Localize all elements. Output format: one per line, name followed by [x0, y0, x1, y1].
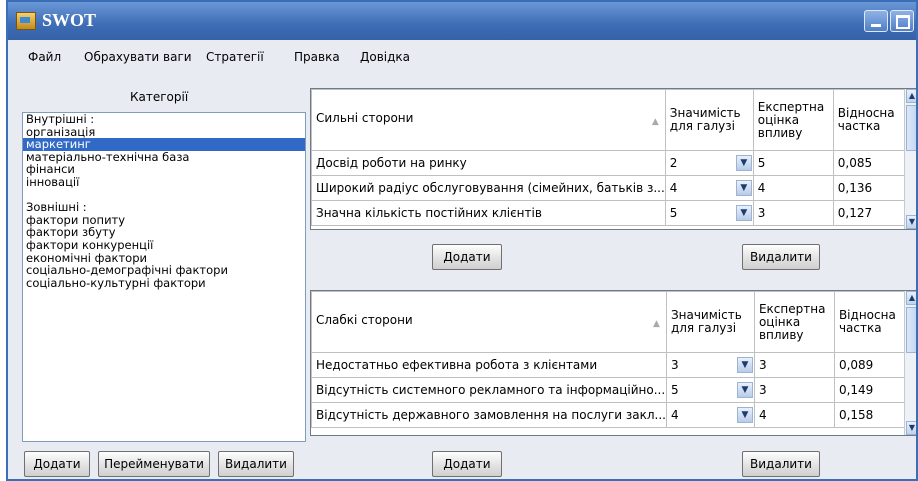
- importance-cell[interactable]: 5 ▼: [665, 377, 755, 403]
- importance-value: 5: [669, 206, 678, 220]
- chevron-down-icon[interactable]: ▼: [736, 382, 753, 398]
- rating-cell[interactable]: 3: [753, 377, 835, 403]
- scroll-up-icon[interactable]: ▲: [906, 291, 916, 305]
- add-strength-button[interactable]: Додати: [432, 244, 502, 270]
- share-cell: 0,136: [832, 175, 912, 201]
- minimize-button[interactable]: [864, 10, 888, 32]
- importance-cell[interactable]: 2 ▼: [664, 150, 754, 176]
- importance-cell[interactable]: 4 ▼: [664, 175, 754, 201]
- importance-cell[interactable]: 3 ▼: [665, 352, 755, 378]
- maximize-button[interactable]: [890, 10, 914, 32]
- importance-combo[interactable]: 4 ▼: [670, 177, 753, 199]
- chevron-down-icon[interactable]: ▼: [736, 407, 753, 423]
- scroll-thumb[interactable]: [906, 307, 916, 353]
- share-cell: 0,158: [833, 402, 913, 428]
- strengths-grid[interactable]: ▲ Сильні сторони Значимість для галузі Ек…: [310, 88, 916, 230]
- table-row[interactable]: Недостатньо ефективна робота з клієнтами…: [311, 352, 913, 378]
- scroll-thumb[interactable]: [906, 105, 916, 151]
- name-cell[interactable]: Відсутність державного замовлення на пос…: [311, 402, 667, 428]
- category-item[interactable]: соціально-демографічні фактори: [23, 264, 305, 277]
- importance-value: 3: [670, 358, 679, 372]
- table-row[interactable]: Відсутність державного замовлення на пос…: [311, 402, 913, 428]
- app-icon: [16, 12, 36, 30]
- rating-cell[interactable]: 4: [752, 175, 834, 201]
- table-row[interactable]: Широкий радіус обслуговування (сімейних,…: [311, 175, 912, 201]
- category-item[interactable]: інновації: [23, 176, 305, 189]
- title-bar[interactable]: SWOT: [8, 2, 916, 40]
- col-rating[interactable]: Експертна оцінка впливу: [752, 89, 834, 151]
- categories-label: Категорії: [130, 90, 189, 104]
- importance-combo[interactable]: 3 ▼: [671, 354, 754, 376]
- rating-cell[interactable]: 5: [752, 150, 834, 176]
- menu-strategies[interactable]: Стратегії: [206, 50, 264, 64]
- table-row[interactable]: Значна кількість постійних клієнтів 5 ▼ 3 0,…: [311, 200, 912, 226]
- strengths-scrollbar[interactable]: ▲ ▼: [904, 89, 916, 229]
- col-strengths[interactable]: ▲ Сильні сторони: [311, 89, 666, 151]
- add-category-button[interactable]: Додати: [24, 451, 90, 477]
- swot-window: SWOT Файл Обрахувати ваги Стратегії Прав…: [6, 0, 918, 481]
- scroll-down-icon[interactable]: ▼: [906, 215, 916, 229]
- category-item[interactable]: соціально-культурні фактори: [23, 277, 305, 290]
- scroll-down-icon[interactable]: ▼: [906, 421, 916, 435]
- category-item[interactable]: маркетинг: [23, 138, 305, 151]
- category-item[interactable]: Внутрішні :: [23, 113, 305, 126]
- table-row[interactable]: Відсутність системного рекламного та інф…: [311, 377, 913, 403]
- importance-value: 4: [669, 181, 678, 195]
- table-row[interactable]: Досвід роботи на ринку 2 ▼ 5 0,085: [311, 150, 912, 176]
- col-importance[interactable]: Значимість для галузі: [665, 291, 755, 353]
- col-share[interactable]: Відносна частка: [833, 291, 913, 353]
- rating-cell[interactable]: 3: [752, 200, 834, 226]
- col-rating[interactable]: Експертна оцінка впливу: [753, 291, 835, 353]
- col-importance[interactable]: Значимість для галузі: [664, 89, 754, 151]
- rating-cell[interactable]: 4: [753, 402, 835, 428]
- weaknesses-table: ▲ Слабкі сторони Значимість для галузі Ек…: [311, 291, 913, 428]
- categories-list[interactable]: Внутрішні : організація маркетинг матеріаль…: [22, 112, 306, 442]
- chevron-down-icon[interactable]: ▼: [735, 180, 752, 196]
- col-weaknesses[interactable]: ▲ Слабкі сторони: [311, 291, 667, 353]
- add-weakness-button[interactable]: Додати: [432, 451, 502, 477]
- sort-icon: ▲: [651, 116, 659, 127]
- importance-combo[interactable]: 2 ▼: [670, 152, 753, 174]
- delete-weakness-button[interactable]: Видалити: [742, 451, 820, 477]
- category-item[interactable]: фактори конкуренції: [23, 239, 305, 252]
- name-cell[interactable]: Досвід роботи на ринку: [311, 150, 666, 176]
- menu-bar: Файл Обрахувати ваги Стратегії Правка До…: [8, 46, 916, 70]
- name-cell[interactable]: Відсутність системного рекламного та інф…: [311, 377, 667, 403]
- importance-value: 5: [670, 383, 679, 397]
- importance-combo[interactable]: 4 ▼: [671, 404, 754, 426]
- chevron-down-icon[interactable]: ▼: [735, 155, 752, 171]
- share-cell: 0,085: [832, 150, 912, 176]
- weaknesses-scrollbar[interactable]: ▲ ▼: [904, 291, 916, 435]
- importance-combo[interactable]: 5 ▼: [671, 379, 754, 401]
- scroll-up-icon[interactable]: ▲: [906, 89, 916, 103]
- importance-cell[interactable]: 4 ▼: [665, 402, 755, 428]
- importance-value: 4: [670, 408, 679, 422]
- col-share[interactable]: Відносна частка: [832, 89, 912, 151]
- share-cell: 0,127: [832, 200, 912, 226]
- delete-strength-button[interactable]: Видалити: [742, 244, 820, 270]
- rename-category-button[interactable]: Перейменувати: [98, 451, 210, 477]
- name-cell[interactable]: Недостатньо ефективна робота з клієнтами: [311, 352, 667, 378]
- window-title: SWOT: [42, 10, 97, 30]
- importance-value: 2: [669, 156, 678, 170]
- menu-edit[interactable]: Правка: [294, 50, 340, 64]
- strengths-table: ▲ Сильні сторони Значимість для галузі Ек…: [311, 89, 912, 226]
- chevron-down-icon[interactable]: ▼: [736, 357, 753, 373]
- name-cell[interactable]: Широкий радіус обслуговування (сімейних,…: [311, 175, 666, 201]
- importance-combo[interactable]: 5 ▼: [670, 202, 753, 224]
- menu-calculate-weights[interactable]: Обрахувати ваги: [84, 50, 192, 64]
- sort-icon: ▲: [653, 318, 660, 329]
- importance-cell[interactable]: 5 ▼: [664, 200, 754, 226]
- share-cell: 0,089: [833, 352, 913, 378]
- menu-file[interactable]: Файл: [28, 50, 61, 64]
- share-cell: 0,149: [833, 377, 913, 403]
- menu-help[interactable]: Довідка: [360, 50, 410, 64]
- weaknesses-grid[interactable]: ▲ Слабкі сторони Значимість для галузі Ек…: [310, 290, 916, 436]
- rating-cell[interactable]: 3: [753, 352, 835, 378]
- name-cell[interactable]: Значна кількість постійних клієнтів: [311, 200, 666, 226]
- delete-category-button[interactable]: Видалити: [218, 451, 294, 477]
- chevron-down-icon[interactable]: ▼: [735, 205, 752, 221]
- category-item[interactable]: Зовнішні :: [23, 201, 305, 214]
